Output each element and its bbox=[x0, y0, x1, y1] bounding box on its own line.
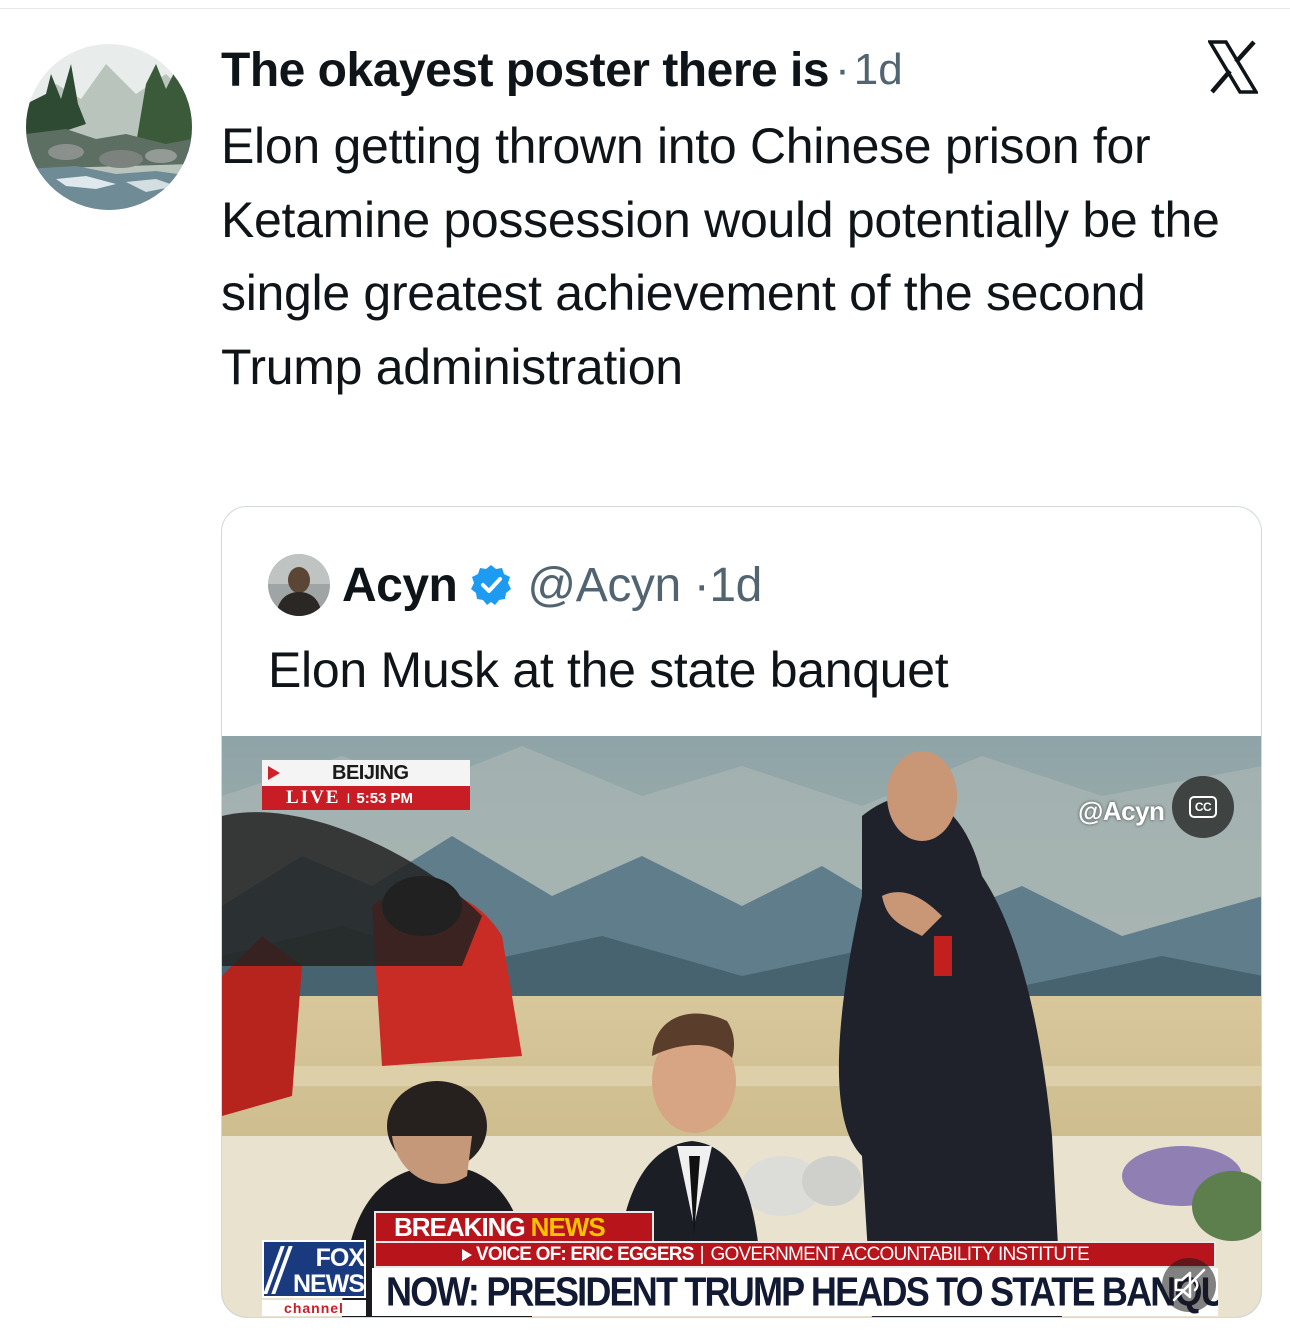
play-triangle-icon bbox=[268, 766, 280, 780]
quoted-author-handle[interactable]: @Acyn bbox=[527, 559, 681, 612]
top-divider bbox=[0, 8, 1290, 9]
quoted-tweet-text: Elon Musk at the state banquet bbox=[268, 642, 949, 698]
quoted-meta-separator: · bbox=[693, 558, 710, 612]
quoted-author-name[interactable]: Acyn bbox=[342, 558, 458, 613]
badge-live-label: LIVE bbox=[286, 787, 341, 808]
video-watermark: @Acyn bbox=[1078, 796, 1165, 826]
tweet-meta: ·1d bbox=[835, 45, 903, 95]
mute-toggle-button[interactable] bbox=[1160, 1256, 1218, 1314]
badge-city: BEIJING bbox=[332, 761, 409, 784]
tweet-header: The okayest poster there is ·1d bbox=[221, 40, 903, 100]
tweet-timestamp[interactable]: 1d bbox=[854, 45, 903, 94]
location-live-badge: BEIJING LIVE I 5:53 PM bbox=[262, 760, 470, 812]
verified-badge-icon bbox=[469, 563, 513, 607]
avatar-landscape-image bbox=[26, 44, 192, 210]
badge-divider: I bbox=[346, 790, 351, 806]
quoted-tweet-timestamp[interactable]: 1d bbox=[709, 559, 762, 612]
meta-separator: · bbox=[835, 45, 850, 94]
quoted-author-avatar[interactable] bbox=[268, 554, 330, 616]
quoted-tweet-header: Acyn @Acyn ·1d bbox=[268, 554, 762, 616]
closed-captions-button[interactable]: CC bbox=[1172, 776, 1234, 838]
quoted-author-meta: @Acyn ·1d bbox=[527, 558, 762, 613]
author-name[interactable]: The okayest poster there is bbox=[221, 43, 830, 98]
tweet-text: Elon getting thrown into Chinese prison … bbox=[221, 118, 1220, 395]
quoted-tweet-card[interactable]: Acyn @Acyn ·1d Elon Musk at the state ba… bbox=[221, 506, 1262, 1318]
video-player[interactable]: BEIJING LIVE I 5:53 PM @Acyn CC BREAKING… bbox=[222, 736, 1261, 1317]
badge-time: 5:53 PM bbox=[356, 789, 414, 807]
muted-speaker-icon bbox=[1162, 1258, 1216, 1312]
x-logo-icon[interactable] bbox=[1208, 40, 1258, 94]
closed-captions-icon: CC bbox=[1189, 796, 1217, 818]
author-avatar[interactable] bbox=[26, 44, 192, 210]
